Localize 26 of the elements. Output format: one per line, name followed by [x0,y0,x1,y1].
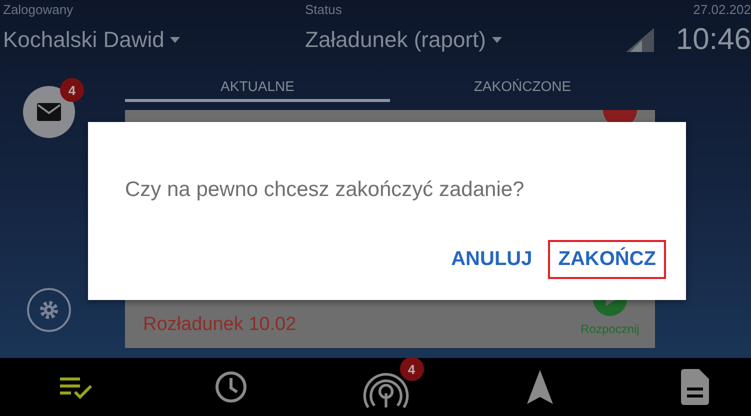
navigation-arrow-icon [527,370,554,404]
tab[interactable]: AKTUALNE [125,72,390,102]
logged-in-label: Zalogowany [3,2,74,17]
date-text: 27.02.202 [693,2,751,17]
mail-button[interactable] [23,86,75,138]
cancel-icon [603,110,637,124]
notification-badge: 4 [400,357,424,381]
status-dropdown[interactable]: Załadunek (raport) [305,27,615,53]
task-status: Rozładunek 10.02 [143,314,298,336]
dialog-button[interactable]: ZAKOŃCZ [548,240,666,279]
settings-button[interactable] [27,288,71,332]
checklist-icon [58,375,94,399]
notification-badge: 4 [60,78,84,102]
signal-icon [626,28,654,52]
document-icon [681,369,709,405]
mail-icon [37,103,61,121]
clock-time: 10:46 [676,23,751,57]
settings-icon [39,300,59,320]
start-label: Rozpocznij [580,322,640,336]
dialog-message: Czy na pewno chcesz zakończyć zadanie? [125,178,526,202]
tab[interactable]: ZAKOŃCZONE [390,72,655,102]
clock-icon [214,370,248,404]
caret-icon [170,37,180,43]
status-label: Status [305,2,342,17]
caret-icon [492,37,502,43]
user-dropdown[interactable]: Kochalski Dawid [3,27,305,53]
